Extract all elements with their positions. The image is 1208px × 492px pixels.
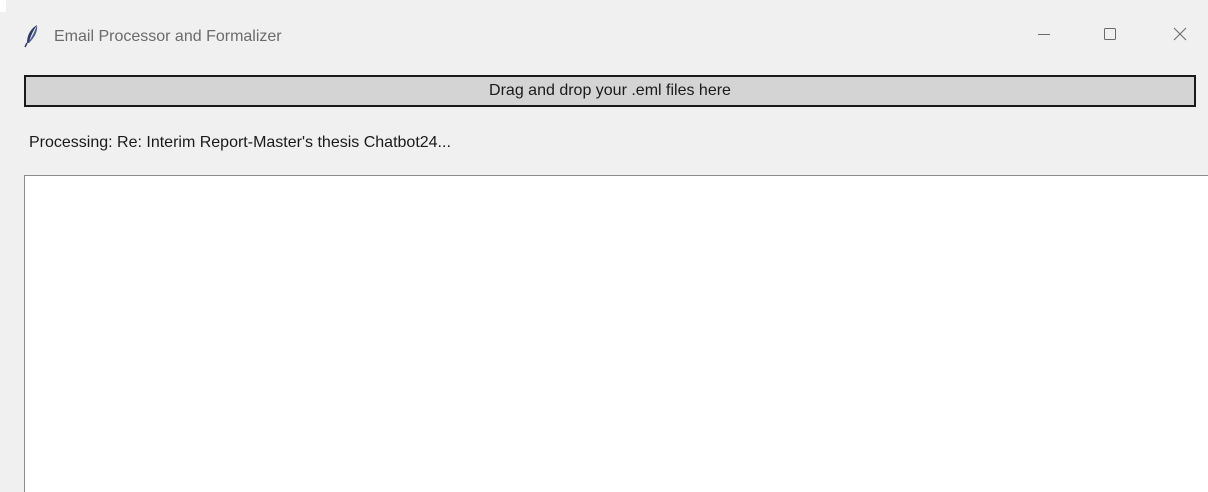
minimize-icon (1038, 27, 1050, 45)
output-text-area[interactable] (24, 175, 1208, 492)
close-button[interactable] (1152, 12, 1208, 60)
processing-status: Processing: Re: Interim Report-Master's … (29, 134, 451, 151)
maximize-button[interactable] (1082, 12, 1138, 60)
minimize-button[interactable] (1016, 12, 1072, 60)
window-title: Email Processor and Formalizer (54, 28, 282, 45)
close-icon (1173, 27, 1187, 46)
drop-zone[interactable]: Drag and drop your .eml files here (24, 75, 1196, 107)
maximize-icon (1103, 27, 1117, 46)
title-bar[interactable]: Email Processor and Formalizer (0, 12, 1208, 62)
window-corner (0, 0, 6, 12)
drop-zone-label: Drag and drop your .eml files here (489, 82, 731, 99)
app-window: Email Processor and Formalizer Drag and … (0, 0, 1208, 492)
feather-icon (24, 24, 40, 48)
